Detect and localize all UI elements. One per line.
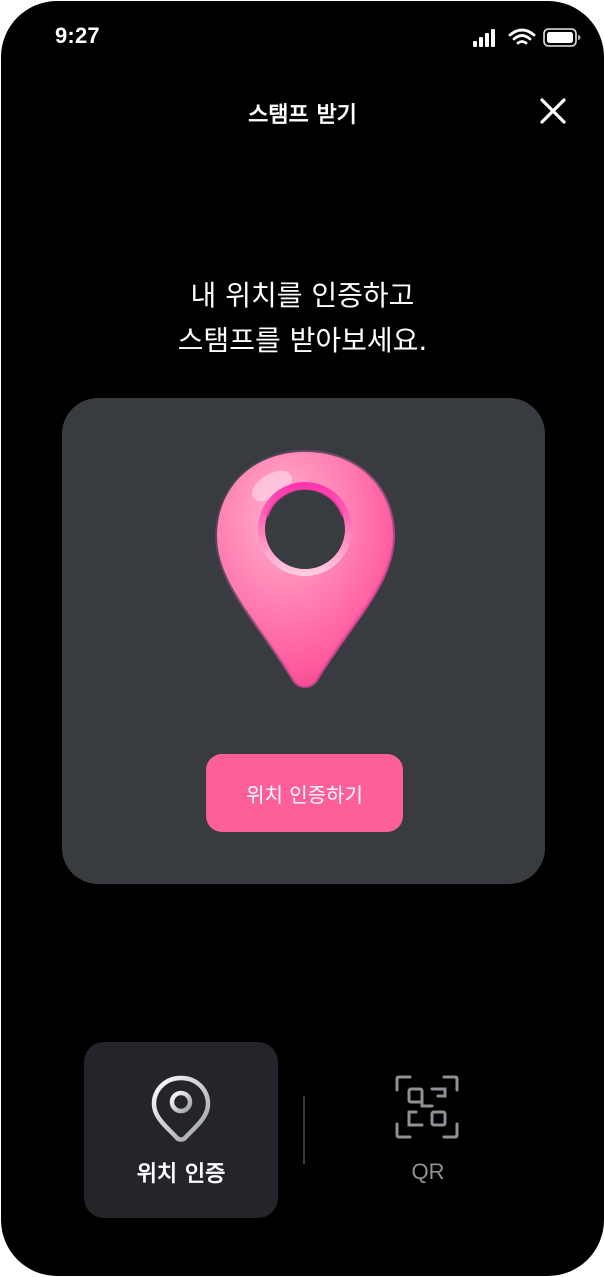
battery-icon	[543, 28, 581, 47]
headline: 내 위치를 인증하고 스탬프를 받아보세요.	[1, 273, 604, 363]
status-time: 9:27	[55, 23, 100, 48]
location-pin-icon	[214, 449, 396, 688]
qr-code-icon	[395, 1075, 459, 1139]
location-card: 위치 인증하기	[62, 398, 545, 884]
headline-line-1: 내 위치를 인증하고	[190, 279, 415, 312]
signal-icon	[473, 29, 495, 47]
page-title: 스탬프 받기	[248, 103, 357, 128]
phone-screen: 9:27 스탬프 받기 내 위치를 인증하고 스탬프를 받아보세요. 위치 인증…	[1, 1, 604, 1276]
location-pin-icon	[151, 1075, 211, 1142]
close-button[interactable]	[533, 91, 573, 131]
headline-line-2: 스탬프를 받아보세요.	[177, 324, 428, 357]
wifi-icon	[508, 28, 536, 45]
close-icon[interactable]	[533, 91, 573, 131]
tab-divider	[303, 1096, 305, 1164]
tab-qr[interactable]: QR	[331, 1042, 525, 1218]
tab-label: QR	[411, 1159, 445, 1184]
verify-location-button[interactable]: 위치 인증하기	[206, 754, 403, 832]
status-icons	[473, 28, 581, 47]
tab-label: 위치 인증	[136, 1162, 226, 1187]
tab-location-verify[interactable]: 위치 인증	[84, 1042, 278, 1218]
